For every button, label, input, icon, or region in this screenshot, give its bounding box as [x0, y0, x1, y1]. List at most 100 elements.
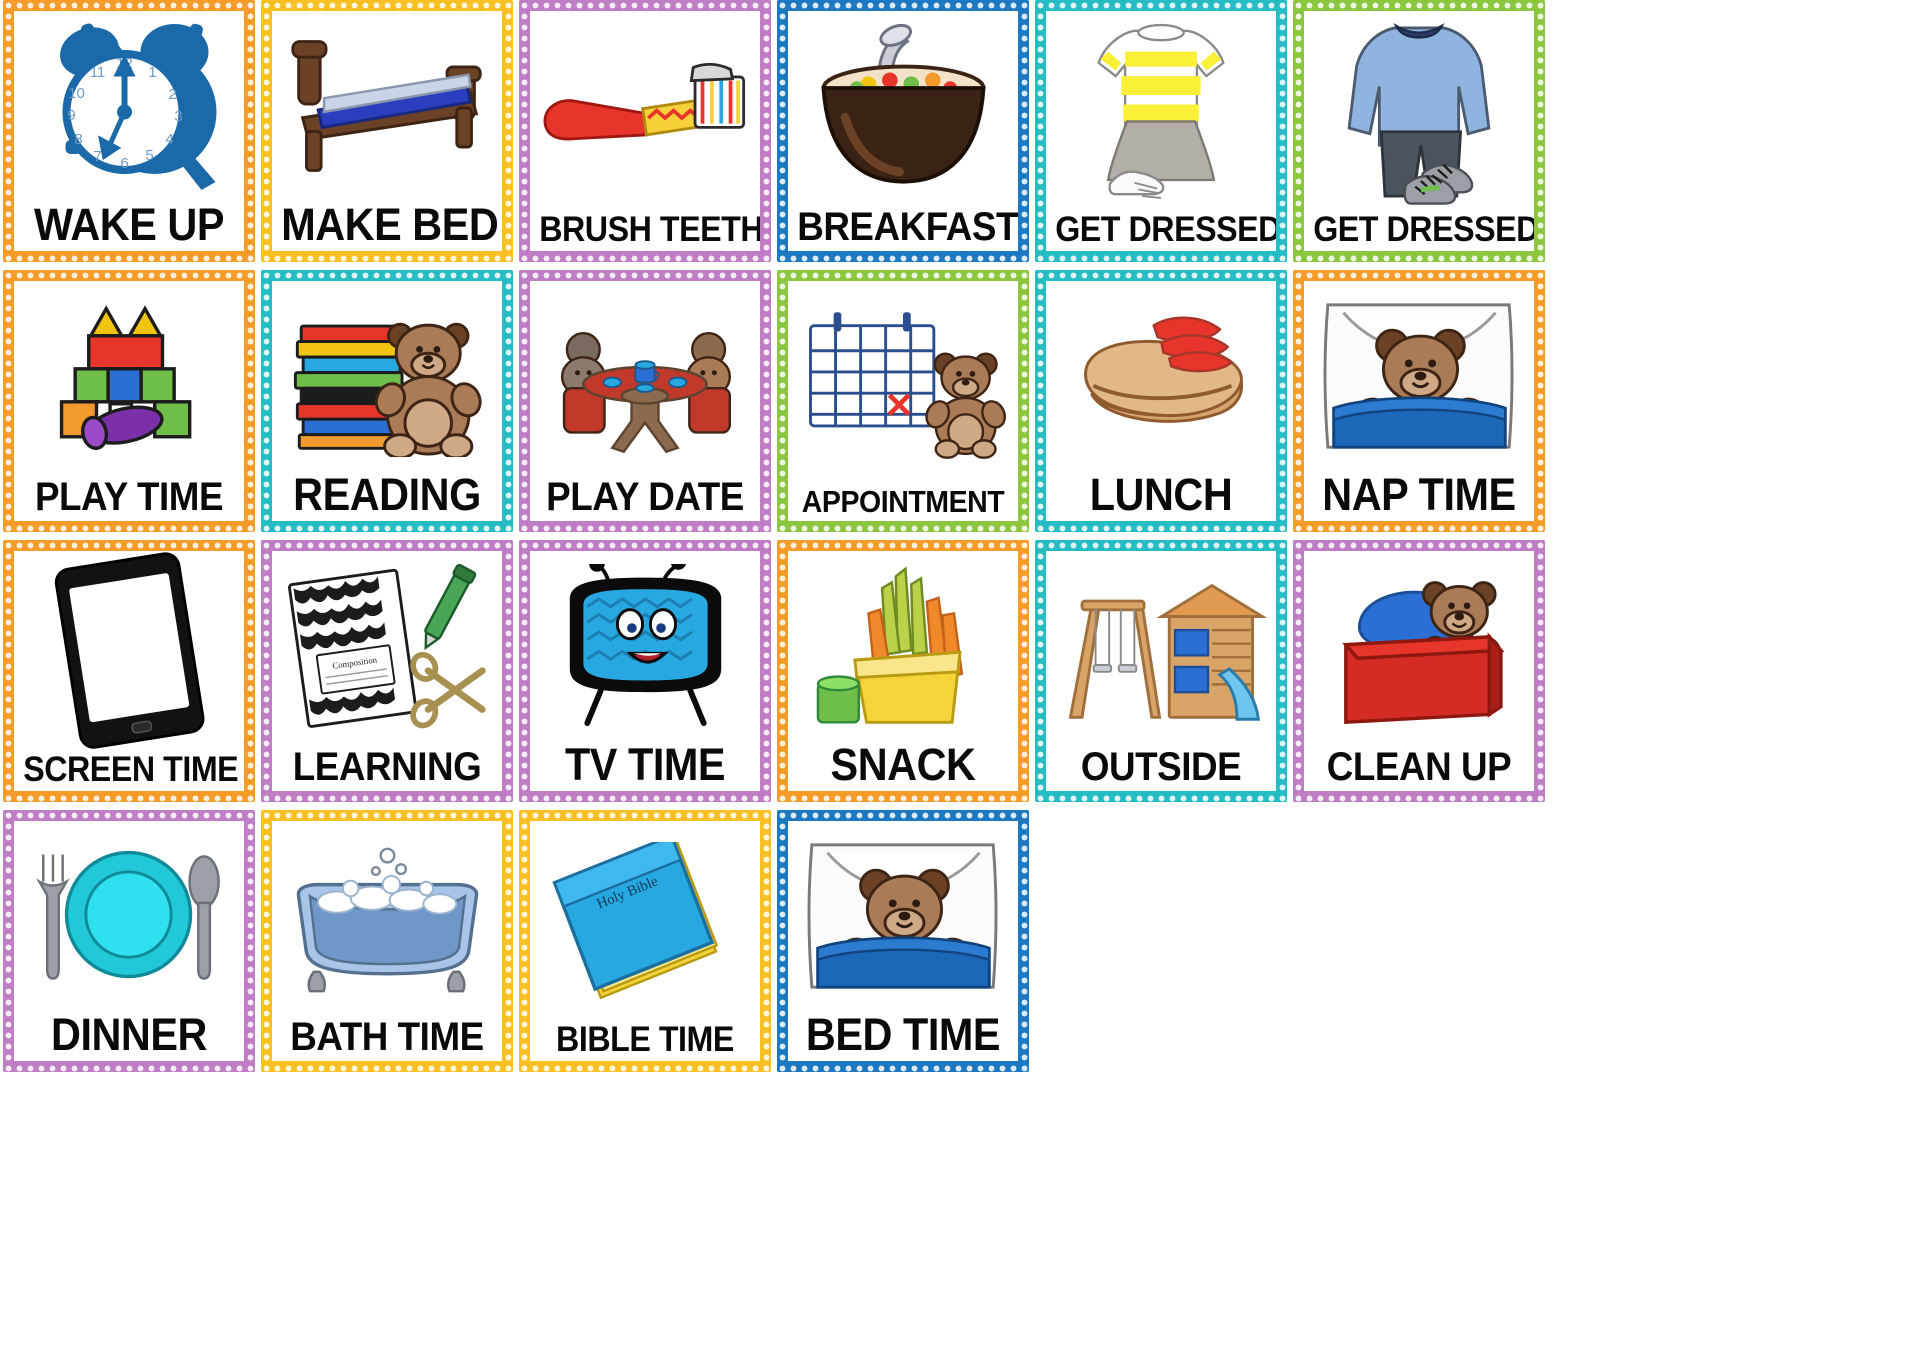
card-label: BIBLE TIME	[556, 1020, 734, 1059]
card-inner: GET DRESSED	[1304, 11, 1534, 251]
card-label: BRUSH TEETH	[539, 210, 760, 249]
tablet-icon	[14, 551, 244, 752]
svg-text:9: 9	[67, 107, 75, 124]
svg-text:4: 4	[165, 131, 173, 148]
card-label: GET DRESSED	[1313, 210, 1534, 249]
card-inner: BREAKFAST	[788, 11, 1018, 251]
toothbrush-icon	[530, 11, 760, 212]
bear-in-bed-icon	[1304, 281, 1534, 472]
card-label: CLEAN UP	[1326, 745, 1512, 789]
card-inner: Holy Bible BIBLE TIME	[530, 821, 760, 1061]
card-inner: LUNCH	[1046, 281, 1276, 521]
card-inner: APPOINTMENT	[788, 281, 1018, 521]
books-bear-icon	[272, 281, 502, 472]
card-inner: SNACK	[788, 551, 1018, 791]
card-inner: 1212 345 678 91011 WAKE UP	[14, 11, 244, 251]
card-label: PLAY TIME	[34, 475, 224, 519]
card-inner: BATH TIME	[272, 821, 502, 1061]
card-inner: OUTSIDE	[1046, 551, 1276, 791]
schedule-card-wake-up[interactable]: 1212 345 678 91011 WAKE UP	[3, 0, 255, 262]
bed-icon	[272, 11, 502, 202]
card-label: SNACK	[830, 739, 976, 790]
schedule-card-brush-teeth[interactable]: BRUSH TEETH	[519, 0, 771, 262]
card-inner: DINNER	[14, 821, 244, 1061]
notebook-supplies-icon: Composition	[272, 551, 502, 747]
schedule-card-bible-time[interactable]: Holy Bible BIBLE TIME	[519, 810, 771, 1072]
card-inner: BED TIME	[788, 821, 1018, 1061]
card-inner: GET DRESSED	[1046, 11, 1276, 251]
schedule-card-learning[interactable]: Composition LEARNING	[261, 540, 513, 802]
cereal-bowl-icon	[788, 11, 1018, 207]
building-blocks-icon	[14, 281, 244, 477]
boy-outfit-icon	[1304, 11, 1534, 212]
card-label: LEARNING	[292, 745, 482, 789]
schedule-card-outside[interactable]: OUTSIDE	[1035, 540, 1287, 802]
svg-text:2: 2	[168, 86, 176, 103]
card-inner: Composition LEARNING	[272, 551, 502, 791]
svg-text:10: 10	[68, 85, 85, 102]
sandwich-icon	[1046, 281, 1276, 472]
bear-in-bed-icon	[788, 821, 1018, 1012]
card-label: WAKE UP	[33, 199, 224, 250]
card-inner: MAKE BED	[272, 11, 502, 251]
card-inner: SCREEN TIME	[14, 551, 244, 791]
veggie-snack-icon	[788, 551, 1018, 742]
card-inner: PLAY TIME	[14, 281, 244, 521]
card-label: OUTSIDE	[1080, 745, 1242, 789]
schedule-card-play-time[interactable]: PLAY TIME	[3, 270, 255, 532]
schedule-card-clean-up[interactable]: CLEAN UP	[1293, 540, 1545, 802]
svg-text:8: 8	[74, 131, 82, 148]
plate-utensils-icon	[14, 821, 244, 1012]
card-inner: CLEAN UP	[1304, 551, 1534, 791]
television-icon	[530, 551, 760, 742]
bathtub-icon	[272, 821, 502, 1017]
schedule-card-reading[interactable]: READING	[261, 270, 513, 532]
card-inner: TV TIME	[530, 551, 760, 791]
card-label: GET DRESSED	[1055, 210, 1276, 249]
svg-text:3: 3	[174, 108, 182, 125]
schedule-card-get-dressed[interactable]: GET DRESSED	[1035, 0, 1287, 262]
girl-outfit-icon	[1046, 11, 1276, 212]
bible-icon: Holy Bible	[530, 821, 760, 1022]
schedule-card-lunch[interactable]: LUNCH	[1035, 270, 1287, 532]
card-inner: PLAY DATE	[530, 281, 760, 521]
card-inner: BRUSH TEETH	[530, 11, 760, 251]
svg-text:11: 11	[89, 64, 105, 81]
svg-text:6: 6	[120, 155, 128, 172]
schedule-card-get-dressed[interactable]: GET DRESSED	[1293, 0, 1545, 262]
card-inner: NAP TIME	[1304, 281, 1534, 521]
card-label: MAKE BED	[281, 199, 499, 250]
card-label: SCREEN TIME	[23, 750, 239, 789]
svg-text:5: 5	[145, 147, 153, 164]
toy-box-icon	[1304, 551, 1534, 747]
card-row-1: 1212 345 678 91011 WAKE UP MAKE BED BRUS…	[0, 0, 1920, 270]
card-label: READING	[293, 469, 481, 520]
card-label: BATH TIME	[290, 1015, 484, 1059]
schedule-card-bed-time[interactable]: BED TIME	[777, 810, 1029, 1072]
schedule-card-appointment[interactable]: APPOINTMENT	[777, 270, 1029, 532]
card-label: TV TIME	[564, 739, 726, 790]
card-label: APPOINTMENT	[801, 484, 1005, 519]
schedule-card-bath-time[interactable]: BATH TIME	[261, 810, 513, 1072]
schedule-card-screen-time[interactable]: SCREEN TIME	[3, 540, 255, 802]
card-label: PLAY DATE	[546, 475, 744, 519]
schedule-card-make-bed[interactable]: MAKE BED	[261, 0, 513, 262]
card-inner: READING	[272, 281, 502, 521]
calendar-bear-icon	[788, 281, 1018, 486]
schedule-card-breakfast[interactable]: BREAKFAST	[777, 0, 1029, 262]
schedule-card-nap-time[interactable]: NAP TIME	[1293, 270, 1545, 532]
schedule-card-tv-time[interactable]: TV TIME	[519, 540, 771, 802]
schedule-card-snack[interactable]: SNACK	[777, 540, 1029, 802]
svg-text:1: 1	[148, 64, 156, 81]
alarm-clock-icon: 1212 345 678 91011	[14, 11, 244, 202]
schedule-card-play-date[interactable]: PLAY DATE	[519, 270, 771, 532]
card-row-3: SCREEN TIME Composition LEARNING TV TIME	[0, 540, 1920, 810]
svg-text:7: 7	[93, 148, 101, 165]
card-label: BED TIME	[805, 1009, 1001, 1060]
card-label: DINNER	[51, 1009, 207, 1060]
schedule-card-sheet: 1212 345 678 91011 WAKE UP MAKE BED BRUS…	[0, 0, 1920, 1364]
card-row-4: DINNER BATH TIME Holy Bible BIBLE TIME B…	[0, 810, 1920, 1080]
schedule-card-dinner[interactable]: DINNER	[3, 810, 255, 1072]
tea-party-icon	[530, 281, 760, 477]
card-row-2: PLAY TIME READING PLAY DATE APPOINTMENT …	[0, 270, 1920, 540]
